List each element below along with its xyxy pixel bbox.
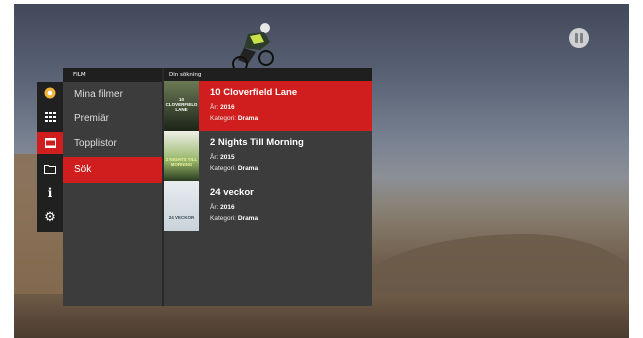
search-results: Din sökning 10 CLOVERFIELD LANE 10 Clove…	[164, 68, 372, 306]
background-rider	[232, 23, 274, 72]
result-category: Kategori: Drama	[210, 215, 259, 222]
flower-icon[interactable]	[37, 82, 63, 104]
sidebar: i ⚙	[37, 82, 63, 232]
menu-item-topplistor[interactable]: Topplistor	[63, 131, 162, 157]
result-item[interactable]: 2 NIGHTS TILL MORNING 2 Nights Till Morn…	[164, 131, 372, 181]
result-year: År: 2016	[210, 104, 235, 111]
film-icon[interactable]	[37, 132, 63, 154]
result-item[interactable]: 24 VECKOR 24 veckor År: 2016 Kategori: D…	[164, 181, 372, 231]
movie-poster: 10 CLOVERFIELD LANE	[164, 81, 199, 131]
gear-icon[interactable]: ⚙	[37, 206, 63, 228]
menu-item-premiar[interactable]: Premiär	[63, 106, 162, 132]
movie-poster: 2 NIGHTS TILL MORNING	[164, 131, 199, 181]
result-year: År: 2015	[210, 154, 235, 161]
menu-item-mina-filmer[interactable]: Mina filmer	[63, 82, 162, 108]
film-header: FILM	[63, 68, 162, 82]
folder-icon[interactable]	[37, 158, 63, 180]
result-year: År: 2016	[210, 204, 235, 211]
search-header: Din sökning	[164, 68, 372, 82]
result-title: 2 Nights Till Morning	[210, 137, 304, 148]
movie-poster: 24 VECKOR	[164, 181, 199, 231]
info-icon[interactable]: i	[37, 182, 63, 204]
film-menu: FILM Mina filmer Premiär Topplistor Sök	[63, 68, 162, 306]
menu-item-sok[interactable]: Sök	[63, 157, 162, 183]
grid-icon[interactable]	[37, 106, 63, 128]
result-title: 10 Cloverfield Lane	[210, 87, 298, 98]
result-category: Kategori: Drama	[210, 115, 259, 122]
result-title: 24 veckor	[210, 187, 254, 198]
result-item[interactable]: 10 CLOVERFIELD LANE 10 Cloverfield Lane …	[164, 81, 372, 131]
channel-logo-icon	[569, 28, 589, 48]
result-category: Kategori: Drama	[210, 165, 259, 172]
